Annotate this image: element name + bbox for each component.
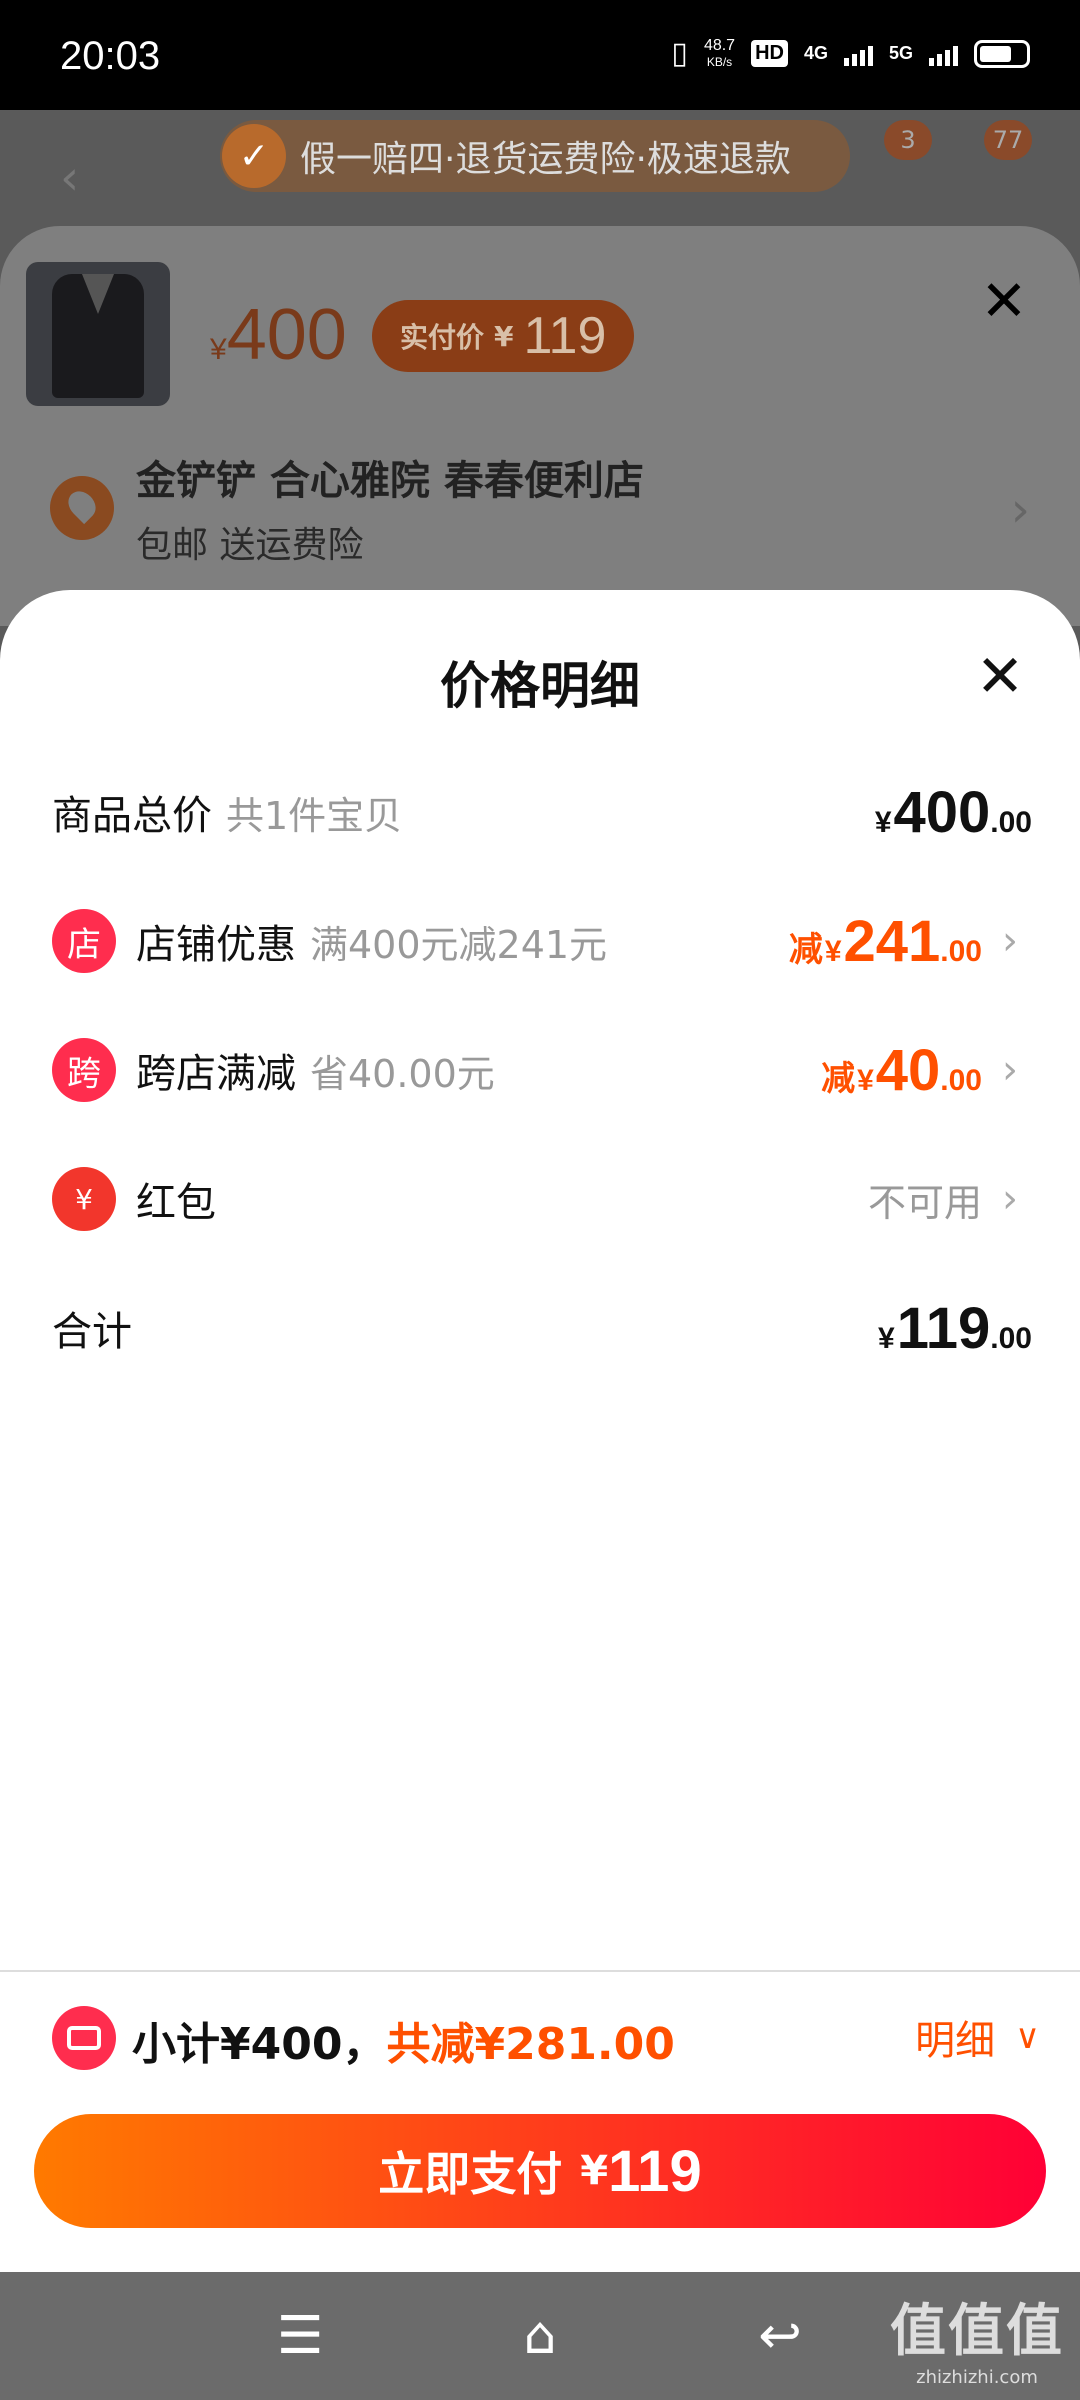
detail-title: 价格明细 bbox=[440, 657, 640, 715]
back-arrow-icon[interactable]: ‹ bbox=[60, 150, 79, 206]
location-icon bbox=[50, 476, 114, 540]
minus-prefix: 减 bbox=[788, 929, 823, 970]
red-packet-icon: ¥ bbox=[52, 1167, 116, 1231]
detail-toggle-label: 明细 bbox=[915, 2018, 996, 2064]
row-amount: 减 ¥ 241 .00 bbox=[789, 908, 982, 975]
row-label: 商品总价 bbox=[52, 793, 212, 839]
message-badge: 77 bbox=[984, 120, 1032, 160]
guarantee-banner: ✓ 假一赔四·退货运费险·极速退款 bbox=[220, 120, 850, 192]
sku-panel: ¥400 实付价 ¥ 119 ✕ 金铲铲 合心雅院 春春便利店 包邮 送运费险 … bbox=[0, 226, 1080, 626]
detail-toggle-button[interactable]: 明细 ∨ bbox=[915, 2008, 1040, 2066]
amount-integer: 40 bbox=[875, 1037, 941, 1103]
amount-decimal: .00 bbox=[940, 1063, 982, 1097]
actual-pay-symbol: ¥ bbox=[494, 319, 514, 353]
clock: 20:03 bbox=[60, 34, 161, 78]
pay-yen-symbol: ¥ bbox=[580, 2148, 609, 2194]
checkout-bar: 小计¥400，共减¥281.00 明细 ∨ 立即支付 ¥ 119 bbox=[0, 1972, 1080, 2272]
network-4g-label: 4G bbox=[803, 43, 828, 63]
close-icon[interactable]: ✕ bbox=[960, 636, 1040, 716]
actual-pay-value: 119 bbox=[523, 307, 607, 365]
status-bar: 20:03 ▯ 48.7 KB/s HD 4G 5G bbox=[0, 0, 1080, 110]
chevron-down-icon: ∨ bbox=[1015, 2017, 1040, 2057]
actual-pay-label: 实付价 bbox=[400, 321, 485, 354]
row-goods-total: 商品总价 共1件宝贝 ¥ 400 .00 bbox=[52, 772, 1032, 852]
pay-amount: 119 bbox=[608, 2138, 702, 2204]
network-speed: 48.7 KB/s bbox=[703, 36, 736, 70]
sku-price-symbol: ¥ bbox=[210, 333, 227, 366]
row-sublabel: 省40.00元 bbox=[310, 1051, 495, 1096]
watermark-url: zhizhizhi.com bbox=[916, 2367, 1038, 2388]
speed-value: 48.7 bbox=[703, 36, 736, 54]
signal-icon-2 bbox=[929, 42, 958, 66]
vibrate-icon: ▯ bbox=[671, 37, 688, 70]
chevron-right-icon[interactable]: › bbox=[1002, 1176, 1032, 1222]
row-amount: ¥ 119 .00 bbox=[876, 1295, 1032, 1362]
close-icon[interactable]: ✕ bbox=[972, 270, 1036, 334]
sku-price: ¥400 bbox=[210, 294, 347, 376]
row-label: 红包 bbox=[136, 1180, 216, 1226]
row-sublabel: 共1件宝贝 bbox=[226, 793, 403, 838]
chevron-right-icon[interactable]: › bbox=[1002, 1047, 1032, 1093]
watermark-logo: 值值值 bbox=[890, 2299, 1064, 2364]
amount-integer: 400 bbox=[893, 779, 991, 845]
row-label: 合计 bbox=[52, 1309, 132, 1355]
address-name[interactable]: 金铲铲 合心雅院 春春便利店 bbox=[136, 448, 644, 506]
cart-badge: 3 bbox=[884, 120, 932, 160]
row-amount: ¥ 400 .00 bbox=[873, 779, 1032, 846]
row-store-discount[interactable]: 店 店铺优惠 满400元减241元 减 ¥ 241 .00 › bbox=[52, 901, 1032, 981]
pay-now-button[interactable]: 立即支付 ¥ 119 bbox=[34, 2114, 1046, 2228]
speed-unit: KB/s bbox=[706, 54, 733, 69]
guarantee-text: 假一赔四·退货运费险·极速退款 bbox=[300, 139, 791, 180]
home-icon[interactable]: ⌂ bbox=[510, 2306, 570, 2366]
network-5g-label: 5G bbox=[888, 43, 913, 63]
discount-total: 共减¥281.00 bbox=[386, 2019, 675, 2070]
price-detail-sheet: 价格明细 ✕ 商品总价 共1件宝贝 ¥ 400 .00 店 店铺优惠 满400元… bbox=[0, 590, 1080, 1970]
store-icon: 店 bbox=[52, 909, 116, 973]
subtotal-text: 小计¥400，共减¥281.00 bbox=[132, 2008, 675, 2072]
row-amount: 减 ¥ 40 .00 bbox=[821, 1037, 982, 1104]
status-icons: ▯ 48.7 KB/s HD 4G 5G bbox=[671, 36, 1030, 71]
yen-symbol: ¥ bbox=[824, 934, 842, 968]
chevron-right-icon[interactable]: › bbox=[1011, 482, 1030, 538]
subtotal-label: 小计¥400， bbox=[132, 2019, 387, 2070]
yen-symbol: ¥ bbox=[878, 1321, 895, 1355]
battery-icon bbox=[974, 39, 1030, 68]
yen-symbol: ¥ bbox=[874, 805, 892, 839]
watermark: 值值值 zhizhizhi.com bbox=[890, 2286, 1064, 2388]
ticket-icon bbox=[52, 2006, 116, 2070]
amount-decimal: .00 bbox=[990, 1321, 1032, 1355]
signal-icon bbox=[843, 42, 873, 66]
actual-pay-badge: 实付价 ¥ 119 bbox=[372, 300, 635, 372]
cross-store-icon: 跨 bbox=[52, 1038, 116, 1102]
menu-icon[interactable]: ☰ bbox=[270, 2306, 330, 2366]
chevron-right-icon[interactable]: › bbox=[1002, 918, 1032, 964]
sku-price-value: 400 bbox=[226, 295, 347, 375]
row-grand-total: 合计 ¥ 119 .00 bbox=[52, 1288, 1032, 1368]
row-red-packet[interactable]: ¥ 红包 不可用 › bbox=[52, 1159, 1032, 1239]
pay-button-label: 立即支付 bbox=[378, 2147, 563, 2201]
minus-prefix: 减 bbox=[821, 1058, 856, 1099]
amount-integer: 241 bbox=[843, 908, 941, 974]
row-cross-store-discount[interactable]: 跨 跨店满减 省40.00元 减 ¥ 40 .00 › bbox=[52, 1030, 1032, 1110]
yen-symbol: ¥ bbox=[857, 1063, 874, 1097]
unavailable-status: 不可用 bbox=[867, 1180, 982, 1225]
amount-decimal: .00 bbox=[990, 805, 1032, 839]
row-sublabel: 满400元减241元 bbox=[310, 922, 608, 967]
amount-integer: 119 bbox=[896, 1295, 991, 1361]
amount-decimal: .00 bbox=[940, 934, 982, 968]
shipping-info: 包邮 送运费险 bbox=[136, 525, 364, 566]
hd-icon: HD bbox=[751, 40, 788, 67]
product-thumbnail bbox=[26, 262, 170, 406]
row-label: 店铺优惠 bbox=[136, 922, 296, 968]
system-nav-bar: ☰ ⌂ ↩ 值值值 zhizhizhi.com bbox=[0, 2272, 1080, 2400]
shield-check-icon: ✓ bbox=[222, 124, 286, 188]
back-icon[interactable]: ↩ bbox=[750, 2306, 810, 2366]
row-label: 跨店满减 bbox=[136, 1051, 296, 1097]
